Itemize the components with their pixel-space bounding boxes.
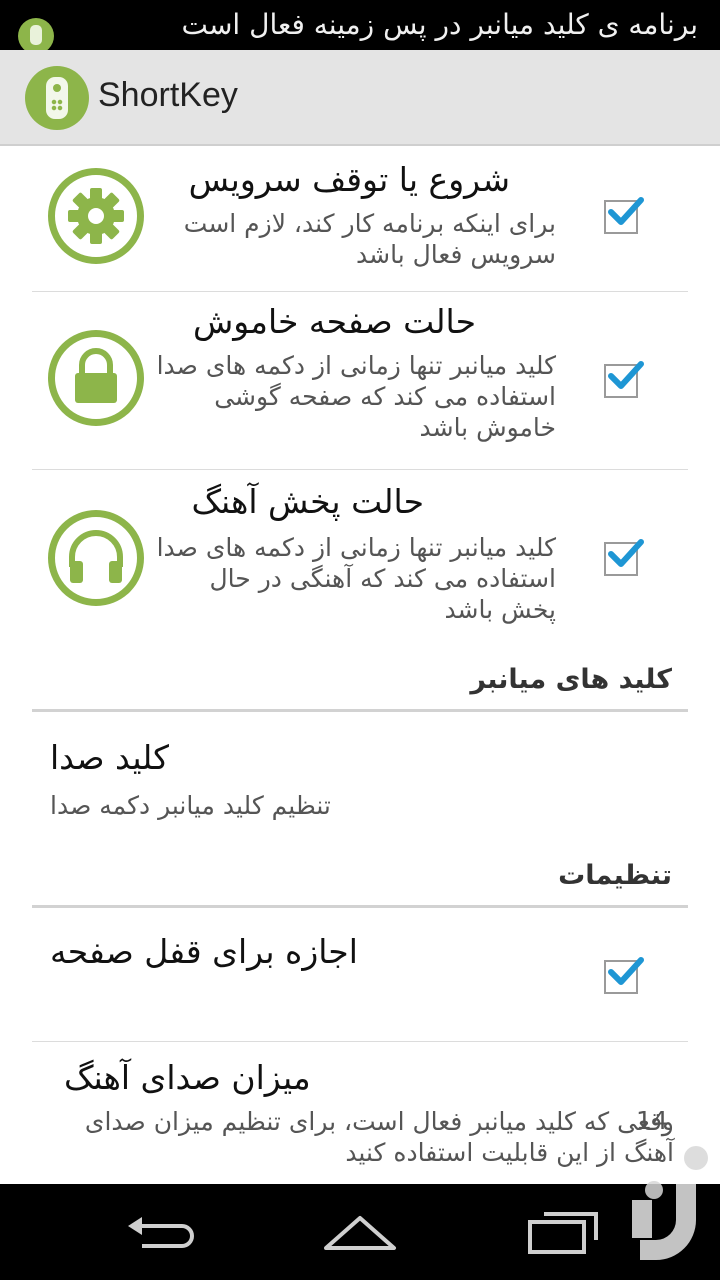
store-watermark-logo xyxy=(632,1120,708,1260)
checkmark-icon xyxy=(608,539,644,567)
status-ticker-text: برنامه ی کلید میانبر در پس زمینه فعال اس… xyxy=(181,8,698,41)
allow-lock-checkbox[interactable] xyxy=(604,957,644,994)
pref-screen-off-toggle[interactable]: حالت صفحه خاموش کلید میانبر تنها زمانی ا… xyxy=(32,292,688,470)
checkmark-icon xyxy=(608,957,644,985)
pref-allow-lock[interactable]: اجازه برای قفل صفحه xyxy=(32,914,688,1042)
section-shortcuts-label: کلید های میانبر xyxy=(470,664,672,695)
remote-control-icon[interactable] xyxy=(25,66,89,130)
volume-key-summary: تنظیم کلید میانبر دکمه صدا xyxy=(50,791,331,820)
music-volume-summary: وقعی که کلید میانبر فعال است، برای تنظیم… xyxy=(84,1107,674,1167)
pref-service-summary: برای اینکه برنامه کار کند، لازم است سروی… xyxy=(183,209,556,269)
section-header-settings: تنظیمات xyxy=(32,860,688,908)
pref-music-summary: کلید میانبر تنها زمانی از دکمه های صدا ا… xyxy=(156,533,556,624)
app-title: ShortKey xyxy=(98,76,238,114)
status-bar: برنامه ی کلید میانبر در پس زمینه فعال اس… xyxy=(0,0,720,50)
allow-lock-title: اجازه برای قفل صفحه xyxy=(50,932,358,971)
back-icon[interactable] xyxy=(120,1208,200,1256)
pref-service-title: شروع یا توقف سرویس xyxy=(188,160,510,199)
service-checkbox[interactable] xyxy=(604,197,644,234)
checkmark-icon xyxy=(608,361,644,389)
lock-icon xyxy=(48,330,144,426)
pref-service-toggle[interactable]: شروع یا توقف سرویس برای اینکه برنامه کار… xyxy=(32,148,688,292)
pref-music-toggle[interactable]: حالت پخش آهنگ کلید میانبر تنها زمانی از … xyxy=(32,470,688,640)
pref-screen-off-title: حالت صفحه خاموش xyxy=(192,302,476,341)
pref-volume-key[interactable]: کلید صدا تنظیم کلید میانبر دکمه صدا xyxy=(32,718,688,838)
screen-off-checkbox[interactable] xyxy=(604,361,644,398)
preferences-list[interactable]: شروع یا توقف سرویس برای اینکه برنامه کار… xyxy=(0,148,720,1184)
notification-app-icon xyxy=(18,18,54,50)
section-header-shortcuts: کلید های میانبر xyxy=(32,664,688,712)
music-checkbox[interactable] xyxy=(604,539,644,576)
gear-icon xyxy=(48,168,144,264)
headphones-icon xyxy=(48,510,144,606)
pref-music-title: حالت پخش آهنگ xyxy=(191,482,424,521)
volume-key-title: کلید صدا xyxy=(50,738,169,777)
pref-music-volume[interactable]: میزان صدای آهنگ وقعی که کلید میانبر فعال… xyxy=(32,1042,688,1184)
section-settings-label: تنظیمات xyxy=(558,860,672,891)
checkmark-icon xyxy=(608,197,644,225)
action-bar: ShortKey xyxy=(0,50,720,146)
pref-screen-off-summary: کلید میانبر تنها زمانی از دکمه های صدا ا… xyxy=(156,351,556,442)
home-icon[interactable] xyxy=(320,1208,400,1256)
recent-apps-icon[interactable] xyxy=(524,1208,604,1256)
music-volume-title: میزان صدای آهنگ xyxy=(64,1058,311,1097)
